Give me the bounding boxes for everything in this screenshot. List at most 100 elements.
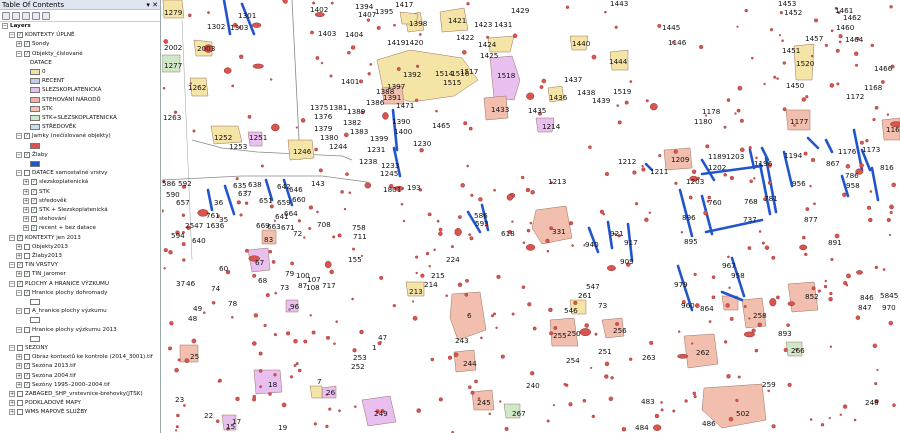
layer-row-r39[interactable]: + ✓ Sezóny 1995–2000–2004.tif bbox=[16, 381, 110, 389]
expand-icon[interactable]: + bbox=[16, 41, 22, 48]
layer-visibility-checkbox[interactable]: ✓ bbox=[17, 234, 23, 241]
layer-visibility-checkbox[interactable]: ✓ bbox=[24, 133, 30, 140]
expand-icon[interactable]: + bbox=[9, 409, 15, 416]
map-view[interactable]: 1402 1394 1407 1395 1417 1423 1431 1429 1398 1421… bbox=[162, 0, 900, 433]
expand-icon[interactable]: + bbox=[23, 188, 29, 195]
collapse-icon[interactable]: − bbox=[16, 289, 22, 296]
layer-visibility-checkbox[interactable]: ✓ bbox=[17, 32, 23, 39]
collapse-icon[interactable]: − bbox=[16, 170, 22, 177]
layer-row-r9[interactable]: STK bbox=[30, 105, 53, 113]
layer-visibility-checkbox[interactable] bbox=[24, 326, 30, 333]
layer-visibility-checkbox[interactable]: ✓ bbox=[31, 216, 37, 223]
expand-icon[interactable]: + bbox=[23, 179, 29, 186]
layer-row-r7[interactable]: SLEZSKOPLATENICKÁ bbox=[30, 86, 101, 94]
collapse-icon[interactable]: − bbox=[16, 326, 22, 333]
layer-visibility-checkbox[interactable] bbox=[24, 243, 30, 250]
layer-visibility-checkbox[interactable] bbox=[17, 409, 23, 416]
layer-row-r8[interactable]: STEHOVÁNÍ NÁRODŮ bbox=[30, 96, 101, 104]
pin-icon[interactable]: ▾ bbox=[146, 1, 150, 9]
collapse-icon[interactable]: − bbox=[9, 262, 15, 269]
layer-visibility-checkbox[interactable]: ✓ bbox=[31, 207, 37, 213]
layer-row-r37[interactable]: + ✓ Sezóna 2013.tif bbox=[16, 362, 76, 370]
layer-row-r42[interactable]: + WMS MAPOVÉ SLUŽBY bbox=[9, 408, 87, 416]
layer-row-r36[interactable]: + Obraz kontextů ke kontrole (2014_3001).… bbox=[16, 353, 153, 361]
layer-row-r18[interactable]: + ✓ STK bbox=[23, 188, 50, 196]
layer-row-r15[interactable] bbox=[30, 160, 42, 168]
layer-row-r10[interactable]: STK+SLEZSKOPLATENICKÁ bbox=[30, 114, 117, 122]
expand-icon[interactable]: + bbox=[16, 372, 22, 379]
expand-icon[interactable]: + bbox=[9, 391, 15, 397]
layer-row-r24[interactable]: + Objekty2013 bbox=[16, 243, 68, 251]
map-canvas[interactable] bbox=[162, 0, 900, 433]
layer-visibility-checkbox[interactable]: ✓ bbox=[17, 280, 23, 287]
layer-visibility-checkbox[interactable]: ✓ bbox=[24, 41, 30, 48]
expand-icon[interactable]: + bbox=[9, 400, 15, 407]
collapse-icon[interactable]: − bbox=[9, 234, 15, 241]
collapse-icon[interactable]: − bbox=[2, 23, 8, 29]
collapse-icon[interactable]: − bbox=[16, 308, 22, 315]
list-by-selection-icon[interactable] bbox=[32, 11, 40, 20]
layer-row-r0[interactable]: − Layers bbox=[2, 22, 31, 30]
layer-row-r23[interactable]: − ✓ KONTEXTY jen 2013 bbox=[9, 234, 81, 242]
layer-row-r13[interactable] bbox=[30, 142, 42, 150]
collapse-icon[interactable]: − bbox=[9, 345, 15, 351]
layer-row-r38[interactable]: + ✓ Sezóna 2004.tif bbox=[16, 372, 76, 380]
options-icon[interactable] bbox=[42, 11, 50, 20]
expand-icon[interactable]: + bbox=[23, 216, 29, 223]
layer-visibility-checkbox[interactable] bbox=[24, 170, 30, 177]
layer-row-r20[interactable]: + ✓ STK + Slezskoplatenická bbox=[23, 206, 108, 214]
collapse-icon[interactable]: − bbox=[9, 32, 15, 39]
list-by-visibility-icon[interactable] bbox=[22, 11, 30, 20]
layer-visibility-checkbox[interactable]: ✓ bbox=[24, 289, 30, 296]
layer-row-r28[interactable]: − ✓ PLOCHY A HRANICE VÝZKUMU bbox=[9, 280, 109, 288]
layer-row-r41[interactable]: + PODKLADOVÉ MAPY bbox=[9, 399, 81, 407]
expand-icon[interactable]: + bbox=[23, 197, 29, 204]
layer-row-r6[interactable]: RECENT bbox=[30, 77, 64, 85]
layer-row-r27[interactable]: + ✓ TIN_jaromer bbox=[16, 270, 66, 278]
layer-visibility-checkbox[interactable] bbox=[17, 400, 23, 407]
layer-row-r31[interactable]: − A_hranice plochy výzkumu bbox=[16, 307, 107, 315]
expand-icon[interactable]: + bbox=[16, 253, 22, 259]
layer-visibility-checkbox[interactable] bbox=[24, 308, 30, 315]
layer-row-r5[interactable]: 0 bbox=[30, 68, 46, 76]
expand-icon[interactable]: + bbox=[16, 381, 22, 388]
layer-row-r26[interactable]: − ✓ TIN VRSTVY bbox=[9, 261, 58, 269]
expand-icon[interactable]: + bbox=[23, 225, 29, 232]
expand-icon[interactable]: + bbox=[23, 207, 29, 213]
layer-row-r14[interactable]: − ✓ Žlaby bbox=[16, 151, 48, 159]
layer-row-r3[interactable]: − ✓ Objekty_číslované bbox=[16, 50, 83, 58]
collapse-icon[interactable]: − bbox=[16, 133, 22, 140]
expand-icon[interactable]: + bbox=[16, 271, 22, 278]
expand-icon[interactable]: + bbox=[16, 243, 22, 250]
list-by-source-icon[interactable] bbox=[12, 11, 20, 20]
layer-row-r29[interactable]: − ✓ Hranice plochy dohromady bbox=[16, 289, 107, 297]
layer-row-r22[interactable]: + ✓ recent + bez datace bbox=[23, 224, 96, 232]
expand-icon[interactable]: + bbox=[16, 363, 22, 370]
layer-row-r34[interactable] bbox=[30, 335, 42, 343]
layer-row-r32[interactable] bbox=[30, 316, 42, 324]
layer-row-r1[interactable]: − ✓ KONTEXTY ÚPLNÉ bbox=[9, 31, 75, 39]
layer-visibility-checkbox[interactable]: ✓ bbox=[24, 372, 30, 379]
layer-visibility-checkbox[interactable]: ✓ bbox=[17, 262, 23, 269]
layer-row-r21[interactable]: + ✓ stehování bbox=[23, 215, 66, 223]
collapse-icon[interactable]: − bbox=[16, 151, 22, 158]
layer-visibility-checkbox[interactable] bbox=[24, 354, 30, 361]
collapse-icon[interactable]: − bbox=[9, 280, 15, 287]
layer-row-r19[interactable]: + ✓ středověk bbox=[23, 197, 67, 205]
layer-row-r25[interactable]: + Žlaby2013 bbox=[16, 252, 62, 260]
layer-row-r12[interactable]: − ✓ Jamky (nečíslované objekty) bbox=[16, 132, 111, 140]
close-icon[interactable]: ✕ bbox=[152, 1, 158, 9]
collapse-icon[interactable]: − bbox=[16, 50, 22, 57]
layer-visibility-checkbox[interactable]: ✓ bbox=[24, 381, 30, 388]
expand-icon[interactable]: + bbox=[16, 354, 22, 361]
layer-visibility-checkbox[interactable]: ✓ bbox=[31, 225, 37, 232]
layer-visibility-checkbox[interactable]: ✓ bbox=[24, 271, 30, 278]
layer-visibility-checkbox[interactable] bbox=[17, 345, 23, 351]
layer-row-r16[interactable]: − DATACE samostatné vrstvy bbox=[16, 169, 108, 177]
layer-visibility-checkbox[interactable]: ✓ bbox=[24, 363, 30, 370]
layer-visibility-checkbox[interactable]: ✓ bbox=[31, 179, 37, 186]
layer-visibility-checkbox[interactable] bbox=[24, 253, 30, 259]
layer-row-r30[interactable] bbox=[30, 298, 42, 306]
layer-visibility-checkbox[interactable]: ✓ bbox=[24, 50, 30, 57]
layer-row-r35[interactable]: − SEZONY bbox=[9, 344, 48, 352]
